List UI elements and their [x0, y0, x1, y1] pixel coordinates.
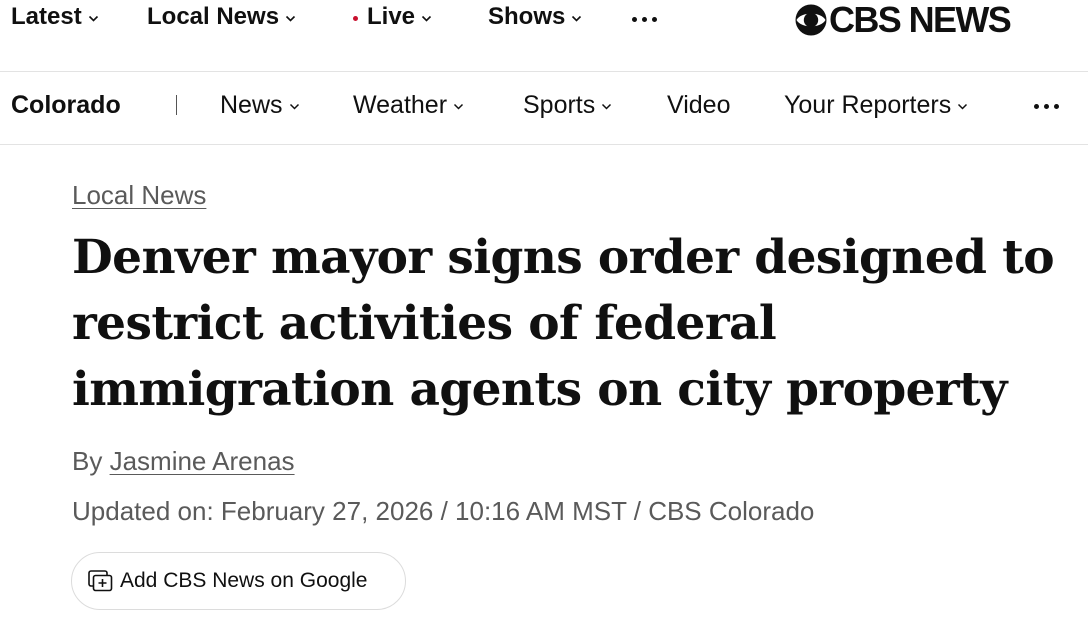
chevron-down-icon	[421, 13, 432, 24]
sub-nav: Colorado News Weather Sports Video Your …	[0, 73, 1088, 145]
top-nav-local-news[interactable]: Local News	[147, 3, 296, 31]
sub-nav-sports-label: Sports	[523, 91, 596, 119]
chevron-down-icon	[88, 13, 99, 24]
add-cbs-on-google-label: Add CBS News on Google	[120, 569, 368, 592]
byline: By Jasmine Arenas	[72, 446, 295, 477]
top-nav-live-label: Live	[367, 3, 416, 30]
sub-nav-weather-label: Weather	[353, 91, 448, 119]
sub-nav-video[interactable]: Video	[667, 91, 731, 120]
byline-prefix: By	[72, 446, 103, 476]
sub-nav-video-label: Video	[667, 91, 731, 119]
sub-nav-your-reporters[interactable]: Your Reporters	[784, 91, 968, 120]
top-nav-latest-label: Latest	[11, 3, 82, 30]
cbs-eye-icon	[795, 4, 827, 36]
live-indicator-icon	[353, 15, 358, 21]
chevron-down-icon	[957, 101, 968, 112]
sub-nav-news-label: News	[220, 91, 283, 119]
chevron-down-icon	[601, 101, 612, 112]
top-nav-latest[interactable]: Latest	[11, 3, 99, 31]
chevron-down-icon	[453, 101, 464, 112]
sub-nav-weather[interactable]: Weather	[353, 91, 464, 120]
add-cbs-on-google-button[interactable]: Add CBS News on Google	[71, 552, 406, 610]
top-nav-shows[interactable]: Shows	[488, 3, 582, 31]
article-timestamp: Updated on: February 27, 2026 / 10:16 AM…	[72, 496, 815, 526]
sub-nav-sports[interactable]: Sports	[523, 91, 612, 120]
cbs-news-logo[interactable]: CBS NEWS	[795, 0, 1012, 40]
article-headline: Denver mayor signs order designed to res…	[72, 230, 1055, 417]
sub-nav-your-reporters-label: Your Reporters	[784, 91, 952, 119]
ellipsis-icon	[1034, 104, 1059, 109]
chevron-down-icon	[289, 101, 300, 112]
chevron-down-icon	[571, 13, 582, 24]
sub-nav-more-button[interactable]	[1034, 104, 1059, 109]
chevron-down-icon	[285, 13, 296, 24]
ellipsis-icon	[632, 17, 657, 22]
top-nav-live[interactable]: Live	[353, 3, 432, 31]
logo-wordmark: CBS NEWS	[829, 0, 1012, 40]
top-nav-more-button[interactable]	[632, 17, 657, 22]
nav-divider	[176, 95, 177, 115]
top-nav-local-news-label: Local News	[147, 3, 280, 30]
top-nav: Latest Local News Live Shows CBS NEWS	[0, 0, 1088, 72]
sub-nav-news[interactable]: News	[220, 91, 300, 120]
section-title[interactable]: Colorado	[11, 91, 121, 120]
author-link[interactable]: Jasmine Arenas	[110, 446, 295, 476]
top-nav-shows-label: Shows	[488, 3, 566, 30]
article-kicker-link[interactable]: Local News	[72, 180, 206, 211]
add-source-icon	[88, 570, 113, 592]
